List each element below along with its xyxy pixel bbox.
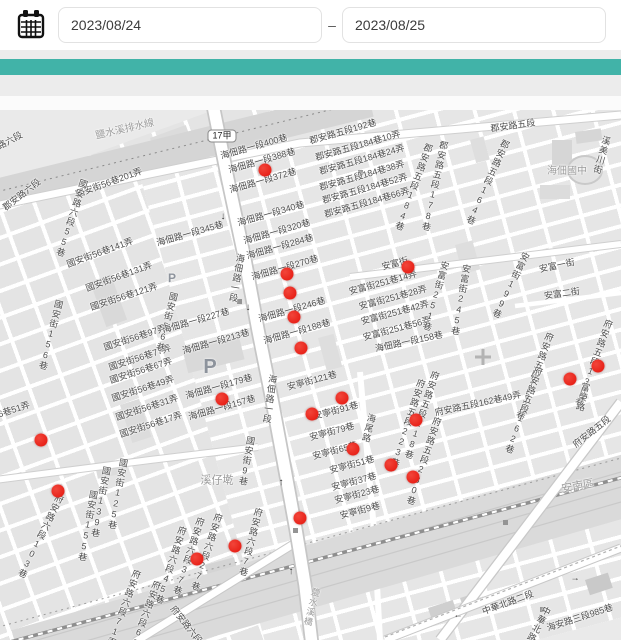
report-marker[interactable] bbox=[281, 268, 294, 281]
date-range-bar: – bbox=[0, 0, 621, 50]
report-marker[interactable] bbox=[402, 261, 415, 274]
report-marker[interactable] bbox=[191, 553, 204, 566]
report-marker[interactable] bbox=[52, 485, 65, 498]
report-marker[interactable] bbox=[347, 443, 360, 456]
calendar-icon bbox=[16, 9, 46, 41]
report-marker[interactable] bbox=[564, 373, 577, 386]
map-markers bbox=[0, 110, 621, 640]
gap-strip bbox=[0, 50, 621, 59]
report-marker[interactable] bbox=[229, 540, 242, 553]
report-marker[interactable] bbox=[592, 360, 605, 373]
map-view[interactable]: 鹽水溪排水線海佃國中溪仔墘安南區鹽水溪橋路六段郡安路六段國安街56巷201弄國安… bbox=[0, 110, 621, 640]
gap-strip bbox=[0, 75, 621, 96]
report-marker[interactable] bbox=[410, 414, 423, 427]
date-to-input[interactable] bbox=[342, 7, 606, 43]
report-marker[interactable] bbox=[294, 512, 307, 525]
date-range-separator: – bbox=[322, 17, 342, 33]
date-from-input[interactable] bbox=[58, 7, 322, 43]
report-marker[interactable] bbox=[259, 164, 272, 177]
report-marker[interactable] bbox=[306, 408, 319, 421]
report-marker[interactable] bbox=[385, 459, 398, 472]
report-marker[interactable] bbox=[216, 393, 229, 406]
report-marker[interactable] bbox=[288, 311, 301, 324]
report-marker[interactable] bbox=[284, 287, 297, 300]
report-marker[interactable] bbox=[295, 342, 308, 355]
teal-divider bbox=[0, 59, 621, 75]
report-marker[interactable] bbox=[407, 471, 420, 484]
report-marker[interactable] bbox=[336, 392, 349, 405]
gap-strip bbox=[0, 96, 621, 110]
report-marker[interactable] bbox=[35, 434, 48, 447]
